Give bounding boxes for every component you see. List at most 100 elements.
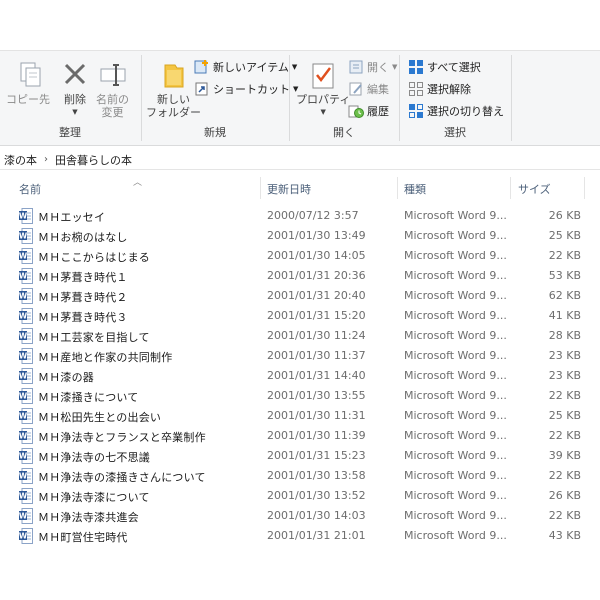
file-size: 62 KB: [548, 289, 581, 302]
column-divider[interactable]: [397, 177, 398, 199]
file-name: ＭＨ茅葺き時代３: [38, 311, 128, 324]
file-name: ＭＨ漆掻きについて: [38, 391, 139, 404]
breadcrumb-item[interactable]: 田舎暮らしの本: [55, 152, 132, 168]
file-name: ＭＨお椀のはなし: [38, 231, 128, 244]
word-document-icon: W: [19, 528, 33, 544]
file-modified: 2001/01/30 13:55: [267, 389, 366, 402]
file-row[interactable]: W ＭＨ町営住宅時代 2001/01/31 21:01 Microsoft Wo…: [0, 526, 600, 546]
edit-icon: [349, 82, 362, 96]
file-row[interactable]: W ＭＨ産地と作家の共同制作 2001/01/30 11:37 Microsof…: [0, 346, 600, 366]
history-button[interactable]: 履歴: [348, 101, 389, 121]
word-document-icon: W: [19, 448, 33, 464]
file-row[interactable]: W ＭＨお椀のはなし 2001/01/30 13:49 Microsoft Wo…: [0, 226, 600, 246]
new-item-button[interactable]: 新しいアイテム ▼: [194, 57, 297, 77]
new-item-label: 新しいアイテム: [213, 61, 289, 74]
file-row[interactable]: W ＭＨ浄法寺の七不思議 2001/01/31 15:23 Microsoft …: [0, 446, 600, 466]
file-name: ＭＨエッセイ: [38, 211, 106, 224]
edit-button[interactable]: 編集: [348, 79, 389, 99]
file-modified: 2001/01/31 15:20: [267, 309, 366, 322]
file-modified: 2001/01/30 11:39: [267, 429, 366, 442]
file-size: 22 KB: [548, 389, 581, 402]
file-row[interactable]: W ＭＨ浄法寺漆共進会 2001/01/30 14:03 Microsoft W…: [0, 506, 600, 526]
new-folder-label-2: フォルダー: [146, 106, 201, 119]
file-type: Microsoft Word 9...: [404, 329, 507, 342]
sort-ascending-icon: ︿: [133, 178, 143, 188]
word-document-icon: W: [19, 408, 33, 424]
svg-text:W: W: [19, 392, 28, 401]
file-row[interactable]: W ＭＨ松田先生との出会い 2001/01/30 11:31 Microsoft…: [0, 406, 600, 426]
file-type: Microsoft Word 9...: [404, 269, 507, 282]
word-document-icon: W: [19, 208, 33, 224]
file-size: 28 KB: [548, 329, 581, 342]
file-row[interactable]: W ＭＨ浄法寺の漆掻きさんについて 2001/01/30 13:58 Micro…: [0, 466, 600, 486]
group-label-open: 開く: [333, 126, 355, 139]
svg-text:W: W: [19, 312, 28, 321]
file-type: Microsoft Word 9...: [404, 309, 507, 322]
file-name: ＭＨ浄法寺の七不思議: [38, 451, 150, 464]
svg-text:W: W: [19, 332, 28, 341]
file-size: 22 KB: [548, 249, 581, 262]
svg-text:W: W: [19, 532, 28, 541]
file-modified: 2001/01/30 14:03: [267, 509, 366, 522]
file-row[interactable]: W ＭＨ茅葺き時代３ 2001/01/31 15:20 Microsoft Wo…: [0, 306, 600, 326]
file-type: Microsoft Word 9...: [404, 249, 507, 262]
file-row[interactable]: W ＭＨ浄法寺漆について 2001/01/30 13:52 Microsoft …: [0, 486, 600, 506]
file-row[interactable]: W ＭＨ漆掻きについて 2001/01/30 13:55 Microsoft W…: [0, 386, 600, 406]
copy-to-button[interactable]: コピー先: [6, 59, 50, 106]
properties-button[interactable]: プロパティ ▼: [296, 59, 350, 119]
chevron-right-icon[interactable]: ›: [44, 154, 48, 165]
word-document-icon: W: [19, 508, 33, 524]
rename-button[interactable]: 名前の 変更: [96, 59, 129, 119]
file-type: Microsoft Word 9...: [404, 489, 507, 502]
svg-text:W: W: [19, 472, 28, 481]
history-label: 履歴: [367, 105, 389, 118]
file-size: 43 KB: [548, 529, 581, 542]
file-size: 22 KB: [548, 509, 581, 522]
file-list: W ＭＨエッセイ 2000/07/12 3:57 Microsoft Word …: [0, 206, 600, 546]
invert-selection-button[interactable]: 選択の切り替え: [408, 101, 504, 121]
column-header-name[interactable]: 名前: [19, 181, 41, 197]
column-header-type[interactable]: 種類: [404, 181, 426, 197]
file-row[interactable]: W ＭＨここからはじまる 2001/01/30 14:05 Microsoft …: [0, 246, 600, 266]
file-type: Microsoft Word 9...: [404, 429, 507, 442]
group-label-organize: 整理: [59, 126, 81, 139]
file-name: ＭＨ町営住宅時代: [38, 531, 128, 544]
file-name: ＭＨここからはじまる: [38, 251, 150, 264]
svg-text:W: W: [19, 212, 28, 221]
file-size: 22 KB: [548, 429, 581, 442]
file-row[interactable]: W ＭＨ浄法寺とフランスと卒業制作 2001/01/30 11:39 Micro…: [0, 426, 600, 446]
file-modified: 2001/01/30 13:52: [267, 489, 366, 502]
file-type: Microsoft Word 9...: [404, 509, 507, 522]
invert-selection-icon: [409, 104, 423, 118]
column-divider[interactable]: [584, 177, 585, 199]
breadcrumb-item[interactable]: 漆の本: [4, 152, 37, 168]
file-row[interactable]: W ＭＨ工芸家を目指して 2001/01/30 11:24 Microsoft …: [0, 326, 600, 346]
file-size: 22 KB: [548, 469, 581, 482]
file-name: ＭＨ松田先生との出会い: [38, 411, 162, 424]
file-name: ＭＨ漆の器: [38, 371, 94, 384]
file-row[interactable]: W ＭＨエッセイ 2000/07/12 3:57 Microsoft Word …: [0, 206, 600, 226]
new-folder-icon: [164, 64, 183, 88]
file-modified: 2001/01/30 11:37: [267, 349, 366, 362]
column-divider[interactable]: [260, 177, 261, 199]
shortcut-button[interactable]: ショートカット ▼: [194, 79, 298, 99]
delete-label: 削除: [64, 93, 86, 106]
svg-text:W: W: [19, 372, 28, 381]
delete-button[interactable]: 削除 ▼: [60, 59, 90, 119]
file-row[interactable]: W ＭＨ茅葺き時代２ 2001/01/31 20:40 Microsoft Wo…: [0, 286, 600, 306]
select-none-button[interactable]: 選択解除: [408, 79, 471, 99]
column-divider[interactable]: [510, 177, 511, 199]
new-folder-button[interactable]: 新しい フォルダー: [146, 59, 201, 119]
column-header-size[interactable]: サイズ: [518, 181, 551, 197]
properties-icon: [312, 63, 334, 89]
file-row[interactable]: W ＭＨ茅葺き時代１ 2001/01/31 20:36 Microsoft Wo…: [0, 266, 600, 286]
file-row[interactable]: W ＭＨ漆の器 2001/01/31 14:40 Microsoft Word …: [0, 366, 600, 386]
file-modified: 2001/01/30 14:05: [267, 249, 366, 262]
file-name: ＭＨ浄法寺漆共進会: [38, 511, 139, 524]
select-all-button[interactable]: すべて選択: [408, 57, 481, 77]
group-new: 新しい フォルダー 新しいアイテム ▼ ショートカット ▼ 新規: [142, 51, 298, 146]
open-button[interactable]: 開く ▼: [348, 57, 397, 77]
file-type: Microsoft Word 9...: [404, 469, 507, 482]
column-header-modified[interactable]: 更新日時: [267, 181, 311, 197]
rename-label-1: 名前の: [96, 93, 129, 106]
